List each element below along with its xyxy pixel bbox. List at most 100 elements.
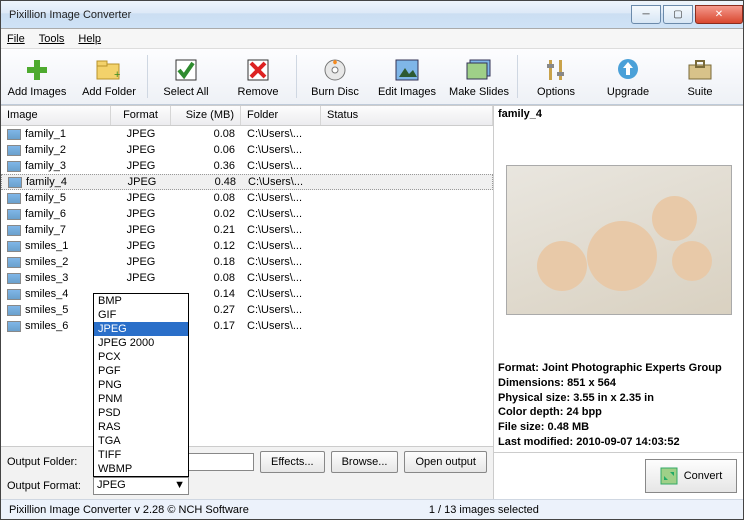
open-output-button[interactable]: Open output xyxy=(404,451,487,473)
thumb-icon xyxy=(8,177,22,188)
preview-title: family_4 xyxy=(494,106,743,122)
browse-button[interactable]: Browse... xyxy=(331,451,399,473)
make-slides-button[interactable]: Make Slides xyxy=(443,49,515,104)
convert-icon xyxy=(660,467,678,485)
effects-button[interactable]: Effects... xyxy=(260,451,325,473)
format-option[interactable]: PGF xyxy=(94,364,188,378)
table-row[interactable]: family_4JPEG0.48C:\Users\... xyxy=(1,174,493,190)
table-row[interactable]: family_6JPEG0.02C:\Users\... xyxy=(1,206,493,222)
col-image[interactable]: Image xyxy=(1,106,111,125)
format-option[interactable]: TIFF xyxy=(94,448,188,462)
upgrade-icon xyxy=(614,56,642,84)
table-row[interactable]: family_7JPEG0.21C:\Users\... xyxy=(1,222,493,238)
suite-button[interactable]: Suite xyxy=(664,49,736,104)
add-images-button[interactable]: Add Images xyxy=(1,49,73,104)
meta-format: Format: Joint Photographic Experts Group xyxy=(498,361,739,376)
convert-holder: Convert xyxy=(494,452,743,499)
options-button[interactable]: Options xyxy=(520,49,592,104)
format-dropdown[interactable]: BMPGIFJPEGJPEG 2000PCXPGFPNGPNMPSDRASTGA… xyxy=(93,293,189,477)
maximize-button[interactable]: ▢ xyxy=(663,5,693,24)
chevron-down-icon: ▼ xyxy=(174,479,185,493)
format-option[interactable]: JPEG xyxy=(94,322,188,336)
burn-disc-button[interactable]: Burn Disc xyxy=(299,49,371,104)
col-status[interactable]: Status xyxy=(321,106,493,125)
image-icon xyxy=(393,56,421,84)
remove-button[interactable]: Remove xyxy=(222,49,294,104)
format-option[interactable]: PCX xyxy=(94,350,188,364)
window-controls: ─ ▢ ✕ xyxy=(629,5,743,24)
meta-filesize: File size: 0.48 MB xyxy=(498,420,739,435)
status-left: Pixillion Image Converter v 2.28 © NCH S… xyxy=(9,504,249,516)
upgrade-button[interactable]: Upgrade xyxy=(592,49,664,104)
grid-body[interactable]: family_1JPEG0.08C:\Users\...family_2JPEG… xyxy=(1,126,493,334)
toolbar: Add Images + Add Folder Select All Remov… xyxy=(1,49,743,105)
format-option[interactable]: GIF xyxy=(94,308,188,322)
output-format-row: Output Format: JPEG ▼ BMPGIFJPEGJPEG 200… xyxy=(7,477,487,495)
format-option[interactable]: PSD xyxy=(94,406,188,420)
photo-placeholder xyxy=(506,165,732,315)
thumb-icon xyxy=(7,193,21,204)
suite-icon xyxy=(686,56,714,84)
grid-header[interactable]: Image Format Size (MB) Folder Status xyxy=(1,106,493,126)
meta-dimensions: Dimensions: 851 x 564 xyxy=(498,376,739,391)
select-all-button[interactable]: Select All xyxy=(150,49,222,104)
format-option[interactable]: BMP xyxy=(94,294,188,308)
table-row[interactable]: smiles_1JPEG0.12C:\Users\... xyxy=(1,238,493,254)
meta-depth: Color depth: 24 bpp xyxy=(498,405,739,420)
table-row[interactable]: family_1JPEG0.08C:\Users\... xyxy=(1,126,493,142)
meta-modified: Last modified: 2010-09-07 14:03:52 xyxy=(498,435,739,450)
edit-images-button[interactable]: Edit Images xyxy=(371,49,443,104)
statusbar: Pixillion Image Converter v 2.28 © NCH S… xyxy=(1,499,743,519)
thumb-icon xyxy=(7,257,21,268)
output-format-label: Output Format: xyxy=(7,480,87,492)
table-row[interactable]: smiles_60.17C:\Users\... xyxy=(1,318,493,334)
col-size[interactable]: Size (MB) xyxy=(171,106,241,125)
close-button[interactable]: ✕ xyxy=(695,5,743,24)
folder-plus-icon: + xyxy=(95,56,123,84)
thumb-icon xyxy=(7,241,21,252)
file-grid[interactable]: Image Format Size (MB) Folder Status fam… xyxy=(1,106,493,446)
thumb-icon xyxy=(7,225,21,236)
thumb-icon xyxy=(7,321,21,332)
format-option[interactable]: TGA xyxy=(94,434,188,448)
minimize-button[interactable]: ─ xyxy=(631,5,661,24)
output-panel: Output Folder: s Effects... Browse... Op… xyxy=(1,446,493,499)
format-option[interactable]: PNG xyxy=(94,378,188,392)
options-icon xyxy=(542,56,570,84)
output-format-select[interactable]: JPEG ▼ BMPGIFJPEGJPEG 2000PCXPGFPNGPNMPS… xyxy=(93,477,189,495)
col-folder[interactable]: Folder xyxy=(241,106,321,125)
app-window: Pixillion Image Converter ─ ▢ ✕ File Too… xyxy=(0,0,744,520)
thumb-icon xyxy=(7,145,21,156)
table-row[interactable]: smiles_40.14C:\Users\... xyxy=(1,286,493,302)
check-icon xyxy=(172,56,200,84)
table-row[interactable]: family_2JPEG0.06C:\Users\... xyxy=(1,142,493,158)
thumb-icon xyxy=(7,289,21,300)
col-format[interactable]: Format xyxy=(111,106,171,125)
table-row[interactable]: smiles_2JPEG0.18C:\Users\... xyxy=(1,254,493,270)
thumb-icon xyxy=(7,161,21,172)
menu-tools[interactable]: Tools xyxy=(39,33,65,45)
menu-help[interactable]: Help xyxy=(78,33,101,45)
table-row[interactable]: smiles_3JPEG0.08C:\Users\... xyxy=(1,270,493,286)
format-option[interactable]: WBMP xyxy=(94,462,188,476)
preview-pane: family_4 Format: Joint Photographic Expe… xyxy=(493,106,743,499)
output-folder-row: Output Folder: s Effects... Browse... Op… xyxy=(7,451,487,473)
titlebar[interactable]: Pixillion Image Converter ─ ▢ ✕ xyxy=(1,1,743,29)
thumb-icon xyxy=(7,129,21,140)
format-option[interactable]: PNM xyxy=(94,392,188,406)
main-content: Image Format Size (MB) Folder Status fam… xyxy=(1,105,743,499)
menu-file[interactable]: File xyxy=(7,33,25,45)
add-folder-button[interactable]: + Add Folder xyxy=(73,49,145,104)
format-option[interactable]: JPEG 2000 xyxy=(94,336,188,350)
convert-button[interactable]: Convert xyxy=(645,459,737,493)
table-row[interactable]: family_5JPEG0.08C:\Users\... xyxy=(1,190,493,206)
menubar: File Tools Help xyxy=(1,29,743,49)
toolbar-separator xyxy=(147,55,148,98)
table-row[interactable]: family_3JPEG0.36C:\Users\... xyxy=(1,158,493,174)
table-row[interactable]: smiles_50.27C:\Users\... xyxy=(1,302,493,318)
format-option[interactable]: RAS xyxy=(94,420,188,434)
toolbar-separator xyxy=(517,55,518,98)
preview-meta: Format: Joint Photographic Experts Group… xyxy=(494,359,743,452)
thumb-icon xyxy=(7,273,21,284)
output-folder-label: Output Folder: xyxy=(7,456,87,468)
